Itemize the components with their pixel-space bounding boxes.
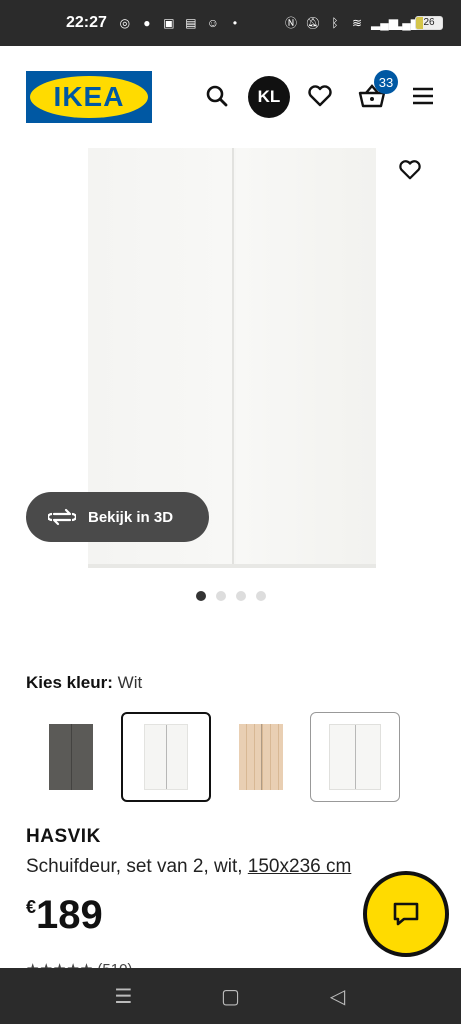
app-icon: ☺ [206, 16, 220, 30]
signal-icon: ▂▄▆ [393, 16, 420, 30]
chat-bubble-icon: ● [143, 16, 151, 30]
site-header: IKEA KL 33 [0, 46, 461, 146]
favourites-button[interactable] [300, 76, 340, 116]
chat-support-button[interactable] [363, 871, 449, 957]
product-size-link[interactable]: 150x236 cm [248, 856, 352, 877]
back-icon[interactable]: ◁ [323, 984, 353, 1009]
color-label-value: Wit [117, 673, 143, 692]
swatch-thumbnail [239, 724, 283, 790]
logo-oval: IKEA [30, 76, 148, 118]
more-dot-icon: • [232, 16, 238, 30]
bluetooth-icon: ᛒ [331, 16, 339, 30]
color-swatches [26, 712, 436, 802]
swatch-white-selected[interactable] [121, 712, 211, 802]
gallery-dot[interactable] [255, 591, 266, 601]
price-currency: € [26, 897, 37, 917]
gallery-pagination [0, 591, 461, 601]
status-system-icons: Ⓝ 🔕︎ ᛒ ≋ ▂▄▆ ▂▄▆ 26 [283, 16, 443, 30]
product-rating[interactable]: ★★★★★ (510) [26, 960, 132, 968]
view-in-3d-button[interactable]: Bekijk in 3D [26, 492, 209, 542]
temu-icon: ▤ [185, 16, 197, 30]
status-time: 22:27 [66, 14, 107, 31]
swatch-dark-grey[interactable] [26, 712, 116, 802]
heart-icon [399, 160, 421, 180]
add-to-wishlist-button[interactable] [390, 150, 430, 190]
status-bar: 22:27 ◎ ● ▣ ▤ ☺ • Ⓝ 🔕︎ ᛒ ≋ ▂▄▆ ▂▄▆ 26 [0, 0, 461, 46]
gallery-dot[interactable] [215, 591, 226, 601]
cart-count-badge: 33 [374, 70, 398, 94]
wifi-icon: ≋ [351, 16, 363, 30]
heart-icon [308, 85, 332, 107]
account-avatar[interactable]: KL [248, 76, 290, 118]
battery-indicator: 26 [415, 16, 443, 30]
color-label-text: Kies kleur: [26, 673, 113, 692]
system-navigation-bar: ☰ ▢ ◁ [0, 968, 461, 1024]
door-panel-right [236, 148, 376, 568]
cart-button[interactable]: 33 [352, 70, 398, 116]
view-in-3d-label: Bekijk in 3D [88, 508, 174, 526]
swatch-white-alt[interactable] [310, 712, 400, 802]
status-notification-icons: ◎ ● ▣ ▤ ☺ • [117, 16, 283, 30]
mute-icon: 🔕︎ [305, 16, 321, 30]
menu-button[interactable] [403, 76, 443, 116]
door-rail [88, 564, 376, 568]
product-description-text: Schuifdeur, set van 2, wit, [26, 856, 243, 877]
location-icon: ◎ [119, 16, 131, 30]
search-button[interactable] [197, 76, 237, 116]
swatch-thumbnail [144, 724, 188, 790]
swatch-oak[interactable] [216, 712, 306, 802]
rotate-3d-icon [48, 508, 76, 526]
product-description: Schuifdeur, set van 2, wit, 150x236 cm [26, 856, 351, 878]
product-name: HASVIK [26, 826, 101, 847]
chat-icon [393, 902, 419, 926]
color-selector-label: Kies kleur: Wit [26, 673, 142, 693]
nfc-icon: Ⓝ [284, 16, 297, 30]
home-icon[interactable]: ▢ [216, 984, 246, 1009]
swatch-thumbnail [49, 724, 93, 790]
signal-icon: ▂▄▆ [371, 16, 398, 30]
price-amount: 189 [36, 893, 103, 937]
swatch-thumbnail [329, 724, 381, 790]
search-icon [206, 85, 228, 107]
product-price: € 189 [26, 893, 103, 937]
recent-apps-icon[interactable]: ☰ [109, 984, 139, 1009]
ikea-logo[interactable]: IKEA [26, 71, 152, 123]
logo-text: IKEA [53, 81, 125, 112]
product-gallery[interactable]: Bekijk in 3D [0, 146, 461, 616]
gallery-dot[interactable] [195, 591, 206, 601]
hamburger-menu-icon [413, 87, 433, 105]
gallery-dot[interactable] [235, 591, 246, 601]
teams-icon: ▣ [163, 16, 175, 30]
